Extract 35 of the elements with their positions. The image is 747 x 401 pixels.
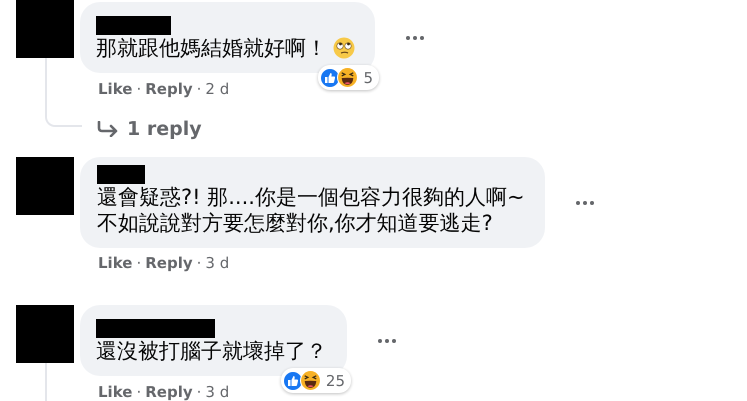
reply-link[interactable]: Reply [145,383,193,401]
like-link[interactable]: Like [98,254,132,272]
timestamp: 2 d [205,80,230,98]
reaction-count: 5 [363,68,373,86]
separator: · [136,254,142,272]
more-options-icon[interactable] [574,200,595,206]
reaction-summary[interactable]: 5 [318,65,379,90]
reply-arrow-icon [97,121,119,137]
redacted-name [97,165,145,184]
comment-text: 還沒被打腦子就壞掉了？ [96,338,327,364]
redacted-avatar [16,0,74,58]
reaction-summary[interactable]: 25 [280,368,351,393]
separator: · [196,80,202,98]
like-link[interactable]: Like [98,383,132,401]
reply-link[interactable]: Reply [145,254,193,272]
like-link[interactable]: Like [98,80,132,98]
thumbs-up-icon [282,370,303,390]
separator: · [136,383,142,401]
redacted-avatar [16,157,74,215]
comment-text: 還會疑惑?! 那....你是一個包容力很夠的人啊~ [97,184,525,210]
comment-text: 那就跟他媽結婚就好啊！ [96,35,327,61]
separator: · [196,254,202,272]
laughing-emoji-icon [337,67,358,88]
separator: · [196,383,202,401]
timestamp: 3 d [205,383,230,401]
laughing-emoji-icon [300,370,321,391]
more-options-icon[interactable] [377,338,397,344]
comment-text: 不如說說對方要怎麼對你,你才知道要逃走? [97,210,493,236]
view-replies-link[interactable]: 1 reply [80,118,425,140]
timestamp: 3 d [205,254,230,272]
reply-link[interactable]: Reply [145,80,193,98]
redacted-avatar [16,305,74,363]
more-options-icon[interactable] [405,34,425,40]
reaction-count: 25 [326,372,345,390]
separator: · [136,80,142,98]
